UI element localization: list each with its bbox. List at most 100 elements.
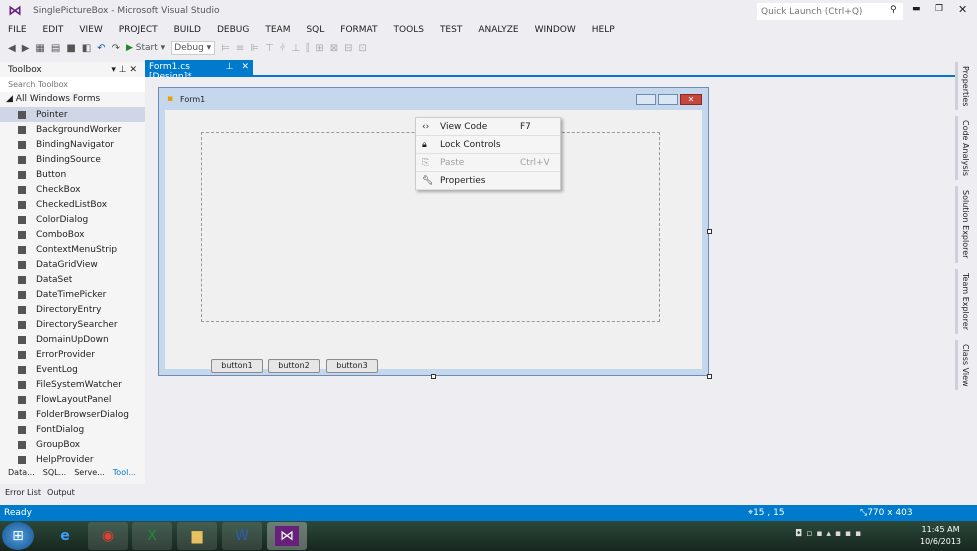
toolbox-item[interactable]: BindingNavigator	[0, 137, 145, 152]
toolbox-item[interactable]: GroupBox	[0, 437, 145, 452]
tab-properties[interactable]: Properties	[955, 62, 970, 111]
tab-form1-design[interactable]: Form1.cs [Design]* ⊥ ✕	[145, 60, 253, 82]
menu-analyze[interactable]: ANALYZE	[470, 22, 526, 38]
toolbox-item[interactable]: BackgroundWorker	[0, 122, 145, 137]
toolbox-item[interactable]: Button	[0, 167, 145, 182]
toolbox-item-label: DataGridView	[36, 259, 98, 270]
redo-icon[interactable]: ↷	[112, 43, 120, 54]
menu-edit[interactable]: EDIT	[35, 22, 72, 38]
layout-tools-icon[interactable]: ⊨≡⊫⊤⫩⊥⫿⊞⊠⊟⊡	[221, 43, 373, 54]
toolbox-item[interactable]: ComboBox	[0, 227, 145, 242]
menu-team[interactable]: TEAM	[257, 22, 298, 38]
toolbox-item[interactable]: DateTimePicker	[0, 287, 145, 302]
toolbox-item[interactable]: CheckBox	[0, 182, 145, 197]
minimize-button[interactable]: ▬	[912, 4, 921, 14]
pin-icon[interactable]: ⊥	[226, 62, 234, 73]
chrome-icon[interactable]: ◉	[88, 522, 128, 550]
back-icon[interactable]: ◀	[8, 43, 16, 54]
tab-toolbox[interactable]: Tool...	[113, 468, 136, 477]
tab-sql[interactable]: SQL...	[43, 468, 66, 477]
tab-code-analysis[interactable]: Code Analysis	[955, 116, 970, 181]
context-menu-item[interactable]: 🔧︎ Properties	[416, 172, 560, 190]
undo-icon[interactable]: ↶	[97, 43, 105, 54]
tab-output[interactable]: Output	[47, 488, 75, 497]
start-button[interactable]: ▶ Start ▾	[126, 43, 165, 53]
menu-test[interactable]: TEST	[432, 22, 470, 38]
menu-project[interactable]: PROJECT	[111, 22, 166, 38]
explorer-icon[interactable]: ▆	[177, 522, 217, 550]
toolbox-item[interactable]: CheckedListBox	[0, 197, 145, 212]
tab-team-explorer[interactable]: Team Explorer	[955, 268, 970, 334]
toolbox-item[interactable]: DataSet	[0, 272, 145, 287]
toolbox-item[interactable]: BindingSource	[0, 152, 145, 167]
close-button[interactable]: ✕	[958, 3, 967, 16]
menu-file[interactable]: FILE	[0, 22, 35, 38]
toolbox-item-label: FlowLayoutPanel	[36, 394, 112, 405]
toolbox-item[interactable]: FolderBrowserDialog	[0, 407, 145, 422]
toolbox-item[interactable]: ErrorProvider	[0, 347, 145, 362]
tab-data-sources[interactable]: Data...	[8, 468, 35, 477]
menu-bar: FILE EDIT VIEW PROJECT BUILD DEBUG TEAM …	[0, 22, 623, 38]
toolbox-item[interactable]: DirectoryEntry	[0, 302, 145, 317]
tab-solution-explorer[interactable]: Solution Explorer	[955, 186, 970, 263]
toolbox-item[interactable]: FileSystemWatcher	[0, 377, 145, 392]
forward-icon[interactable]: ▶	[22, 43, 30, 54]
control-icon	[18, 290, 26, 299]
control-icon	[18, 200, 26, 209]
menu-format[interactable]: FORMAT	[332, 22, 385, 38]
toolbox-item[interactable]: DirectorySearcher	[0, 317, 145, 332]
context-menu-item[interactable]: 🔒︎ Lock Controls	[416, 136, 560, 154]
menu-debug[interactable]: DEBUG	[209, 22, 257, 38]
close-tab-icon[interactable]: ✕	[241, 62, 249, 73]
search-icon[interactable]: ⚲	[890, 5, 897, 15]
toolbox-item-label: FolderBrowserDialog	[36, 409, 129, 420]
clock[interactable]: 11:45 AM 10/6/2013	[920, 524, 961, 548]
toolbox-controls[interactable]: ▾ ⊥ ✕	[111, 65, 137, 75]
size-readout: ⤡770 x 403	[860, 508, 913, 518]
system-tray-icons[interactable]: ◘▫▪▴▪▪▪	[795, 529, 865, 539]
resize-handle-corner[interactable]	[707, 374, 712, 379]
resize-handle-right[interactable]	[707, 229, 712, 234]
quick-launch-input[interactable]	[757, 3, 903, 20]
toolbox-item[interactable]: DataGridView	[0, 257, 145, 272]
visual-studio-icon[interactable]: ⋈	[267, 522, 307, 550]
menu-item-label: Properties	[440, 175, 486, 186]
config-dropdown[interactable]: Debug ▾	[171, 41, 216, 55]
resize-handle-bottom[interactable]	[431, 374, 436, 379]
excel-icon[interactable]: X	[132, 522, 172, 550]
context-menu-item[interactable]: ⎘ Paste Ctrl+V	[416, 154, 560, 172]
toolbox-item[interactable]: ContextMenuStrip	[0, 242, 145, 257]
size-value: 770 x 403	[867, 508, 913, 518]
menu-tools[interactable]: TOOLS	[386, 22, 432, 38]
menu-build[interactable]: BUILD	[166, 22, 209, 38]
toolbox-item[interactable]: DomainUpDown	[0, 332, 145, 347]
menu-help[interactable]: HELP	[584, 22, 623, 38]
tab-server[interactable]: Serve...	[74, 468, 105, 477]
save-all-icon[interactable]: ◧	[82, 43, 91, 54]
context-menu-item[interactable]: ‹› View Code F7	[416, 118, 560, 136]
new-project-icon[interactable]: ▦	[35, 43, 44, 54]
toolbox-search-input[interactable]	[0, 77, 145, 92]
open-icon[interactable]: ▤	[51, 43, 60, 54]
menu-window[interactable]: WINDOW	[527, 22, 584, 38]
toolbox-item[interactable]: ColorDialog	[0, 212, 145, 227]
toolbox-item[interactable]: HelpProvider	[0, 452, 145, 467]
tab-error-list[interactable]: Error List	[5, 488, 41, 497]
start-orb-icon[interactable]: ⊞	[2, 522, 34, 550]
word-icon[interactable]: W	[222, 522, 262, 550]
toolbox-item[interactable]: FontDialog	[0, 422, 145, 437]
restore-button[interactable]: ❐	[935, 4, 943, 14]
toolbox-group[interactable]: ◢ All Windows Forms	[0, 92, 145, 107]
toolbox-item[interactable]: EventLog	[0, 362, 145, 377]
menu-sql[interactable]: SQL	[298, 22, 332, 38]
toolbox-item[interactable]: Pointer	[0, 107, 145, 122]
button3[interactable]: button3	[326, 359, 378, 373]
ie-icon[interactable]: e	[45, 522, 85, 550]
toolbox-item-label: DirectoryEntry	[36, 304, 102, 315]
button2[interactable]: button2	[268, 359, 320, 373]
button1[interactable]: button1	[211, 359, 263, 373]
toolbox-item[interactable]: FlowLayoutPanel	[0, 392, 145, 407]
tab-class-view[interactable]: Class View	[955, 339, 970, 391]
save-icon[interactable]: ■	[66, 43, 75, 54]
menu-view[interactable]: VIEW	[71, 22, 110, 38]
